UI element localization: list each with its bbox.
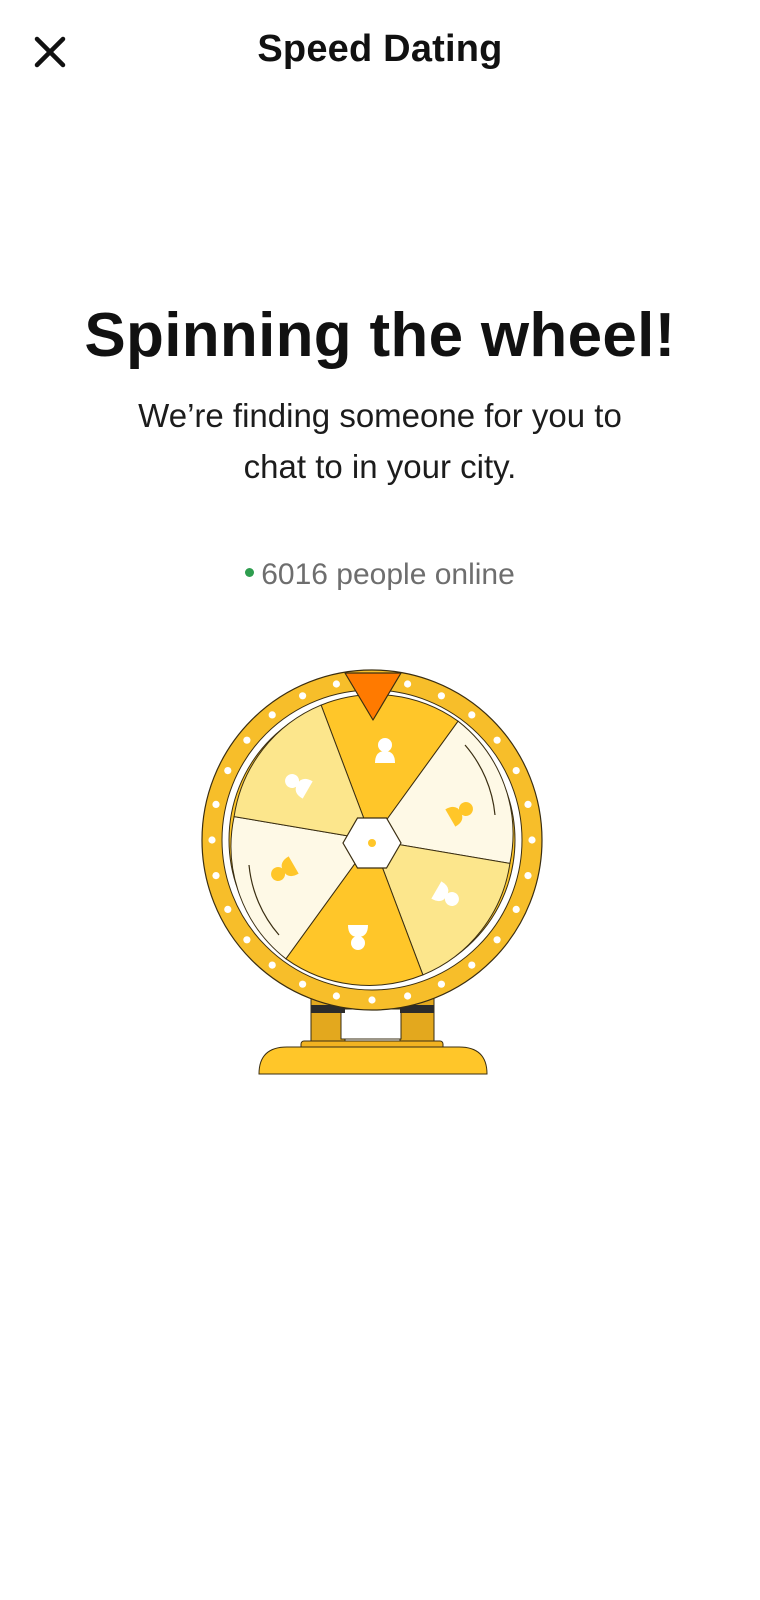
rim-light-dot [493, 936, 501, 944]
rim-light-dot [212, 800, 220, 808]
rim-light-dot [404, 992, 412, 1000]
headline: Spinning the wheel! [84, 301, 676, 370]
spinning-wheel-illustration [195, 665, 555, 1085]
rim-light-dot [468, 961, 476, 969]
rim-light-dot [437, 980, 445, 988]
rim-light-dot [212, 872, 220, 880]
page-title: Speed Dating [257, 28, 503, 70]
online-count: 6016 [261, 558, 328, 591]
rim-light-dot [268, 961, 276, 969]
rim-light-dot [224, 905, 232, 913]
rim-light-dot [332, 680, 340, 688]
rim-light-dot [404, 680, 412, 688]
header-bar: Speed Dating [0, 0, 760, 110]
rim-light-dot [524, 872, 532, 880]
rim-light-dot [524, 800, 532, 808]
rim-light-dot [512, 767, 520, 775]
rim-light-dot [299, 980, 307, 988]
rim-light-dot [243, 936, 251, 944]
online-label: people online [336, 558, 515, 591]
rim-light-dot [224, 767, 232, 775]
wheel-graphic [201, 669, 543, 1075]
rim-light-dot [528, 836, 536, 844]
subtitle: We’re finding someone for you to chat to… [138, 397, 622, 485]
rim-light-dot [299, 692, 307, 700]
online-indicator: 6016 people online [0, 558, 760, 592]
rim-light-dot [468, 711, 476, 719]
rim-light-dot [368, 996, 376, 1004]
rim-light-dot [268, 711, 276, 719]
online-status-dot [245, 567, 255, 577]
rim-light-dot [208, 836, 216, 844]
rim-light-dot [243, 736, 251, 744]
rim-light-dot [512, 905, 520, 913]
rim-light-dot [437, 692, 445, 700]
rim-light-dot [493, 736, 501, 744]
rim-light-dot [332, 992, 340, 1000]
